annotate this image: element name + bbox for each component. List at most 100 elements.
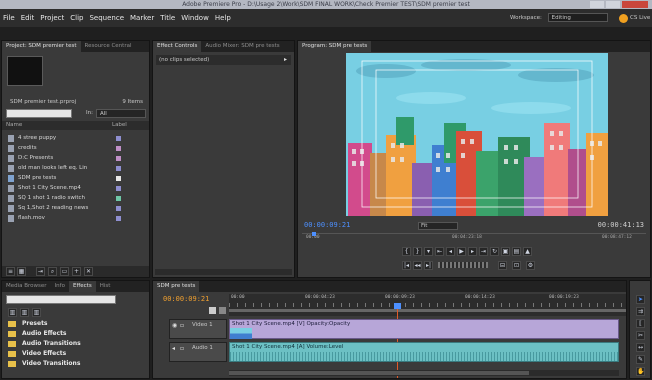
list-item[interactable]: credits (4, 143, 149, 153)
ripple-edit-tool-icon[interactable]: ⟦ (636, 319, 645, 328)
hand-tool-icon[interactable]: ✋ (636, 367, 645, 376)
list-item[interactable]: Sq 1,Shot 2 reading news (4, 203, 149, 213)
step-back-icon[interactable]: ◂ (446, 247, 455, 256)
slip-tool-icon[interactable]: ↔ (636, 343, 645, 352)
tab-audio-mixer[interactable]: Audio Mixer: SDM pre tests (201, 41, 283, 52)
export-frame-icon[interactable]: ⊡ (512, 261, 521, 270)
play-icon[interactable]: ▶ (457, 247, 466, 256)
maximize-icon[interactable] (606, 1, 620, 8)
effect-controls-scrollbar[interactable] (155, 269, 292, 275)
set-marker-icon[interactable]: ▾ (424, 247, 433, 256)
timeline-scrollbar[interactable] (229, 370, 619, 376)
go-previous-edit-icon[interactable]: |◂ (402, 261, 411, 270)
go-to-in-icon[interactable]: ⇤ (435, 247, 444, 256)
in-dropdown[interactable]: All (96, 109, 146, 118)
accelerated-effects-icon[interactable]: ▥ (8, 308, 17, 317)
tab-effects[interactable]: Effects (68, 281, 96, 292)
selection-tool-icon[interactable]: ➤ (636, 295, 645, 304)
go-next-edit-icon[interactable]: ▸| (424, 261, 433, 270)
lift-icon[interactable]: ▲ (523, 247, 532, 256)
lock-icon[interactable]: ▫ (180, 345, 184, 352)
automate-icon[interactable]: ⇥ (36, 267, 45, 276)
timeline-ruler[interactable]: 00:00 00:00:04:23 00:00:09:23 00:00:14:2… (229, 294, 626, 316)
mark-out-icon[interactable]: } (413, 247, 422, 256)
32bit-effects-icon[interactable]: ▥ (20, 308, 29, 317)
playhead-handle[interactable] (394, 303, 401, 309)
tab-sequence[interactable]: SDM pre tests (153, 281, 200, 292)
menu-marker[interactable]: Marker (127, 9, 157, 27)
delete-icon[interactable]: ✕ (84, 267, 93, 276)
list-item[interactable]: Shot 1 City Scene.mp4 (4, 183, 149, 193)
icon-view-icon[interactable]: ▦ (17, 267, 26, 276)
menu-window[interactable]: Window (178, 9, 212, 27)
mark-in-icon[interactable]: { (402, 247, 411, 256)
menu-edit[interactable]: Edit (18, 9, 38, 27)
tab-effect-controls[interactable]: Effect Controls (153, 41, 202, 52)
list-view-icon[interactable]: ≡ (6, 267, 15, 276)
effects-folder-audio-effects[interactable]: Audio Effects (2, 329, 149, 339)
tab-history[interactable]: Hist (96, 281, 115, 292)
trim-icon[interactable]: ⊟ (498, 261, 507, 270)
tab-program[interactable]: Program: SDM pre tests (298, 41, 372, 52)
pen-tool-icon[interactable]: ✎ (636, 355, 645, 364)
marker-icon[interactable] (219, 307, 226, 314)
find-icon[interactable]: ⌕ (48, 267, 57, 276)
yuv-effects-icon[interactable]: ▥ (32, 308, 41, 317)
playhead-marker[interactable] (312, 232, 316, 236)
cs-live-icon[interactable] (619, 14, 628, 23)
tab-project[interactable]: Project: SDM premier test (2, 41, 81, 52)
effects-folder-video-effects[interactable]: Video Effects (2, 349, 149, 359)
column-label[interactable]: Label (112, 121, 127, 130)
video-clip[interactable]: Shot 1 City Scene.mp4 [V] Opacity:Opacit… (229, 319, 619, 339)
list-item[interactable]: 4 stree puppy (4, 133, 149, 143)
list-item[interactable]: D:C Presents (4, 153, 149, 163)
menu-file[interactable]: File (0, 9, 18, 27)
work-area-bar[interactable] (229, 309, 626, 312)
tab-media-browser[interactable]: Media Browser (2, 281, 51, 292)
list-item[interactable]: SDM pre tests (4, 173, 149, 183)
eye-icon[interactable]: ◉ (172, 322, 177, 329)
menu-sequence[interactable]: Sequence (86, 9, 127, 27)
effects-folder-video-transitions[interactable]: Video Transitions (2, 359, 149, 369)
lock-icon[interactable]: ▫ (180, 322, 184, 329)
new-bin-icon[interactable]: ▭ (60, 267, 69, 276)
effects-folder-presets[interactable]: Presets (2, 319, 149, 329)
go-to-out-icon[interactable]: ⇥ (479, 247, 488, 256)
list-item[interactable]: SQ 1 shot 1 radio switch (4, 193, 149, 203)
jog-slider[interactable] (438, 262, 488, 268)
speaker-icon[interactable]: ◂ (172, 345, 175, 352)
timeline-scroll-thumb[interactable] (229, 371, 529, 375)
snap-icon[interactable] (209, 307, 216, 314)
list-item[interactable]: old man looks left eq. Lin (4, 163, 149, 173)
menu-help[interactable]: Help (212, 9, 234, 27)
list-item[interactable]: flash.mov (4, 213, 149, 223)
fit-dropdown[interactable]: Fit (418, 222, 458, 230)
workspace-switcher[interactable]: Workspace: Editing (510, 13, 608, 24)
effects-folder-audio-transitions[interactable]: Audio Transitions (2, 339, 149, 349)
tab-info[interactable]: Info (51, 281, 69, 292)
minimize-icon[interactable] (590, 1, 604, 8)
panel-menu-icon[interactable]: ▸ (284, 56, 287, 63)
program-ruler[interactable]: 00:00 00:04:23:18 00:08:47:12 (302, 232, 646, 242)
column-name[interactable]: Name (6, 121, 22, 130)
playhead-line[interactable] (397, 303, 398, 378)
razor-tool-icon[interactable]: ✂ (636, 331, 645, 340)
step-forward-icon[interactable]: ▸ (468, 247, 477, 256)
project-search-input[interactable] (6, 109, 72, 118)
audio-clip[interactable]: Shot 1 City Scene.mp4 [A] Volume:Level (229, 342, 619, 362)
safe-margins-icon[interactable]: ▣ (501, 247, 510, 256)
timeline-timecode[interactable]: 00:00:09:21 (163, 295, 209, 303)
settings-icon[interactable]: ⚙ (526, 261, 535, 270)
cs-live-label[interactable]: CS Live (630, 14, 650, 23)
close-icon[interactable] (622, 1, 648, 8)
program-timecode-current[interactable]: 00:00:09:21 (304, 221, 350, 229)
menu-title[interactable]: Title (157, 9, 178, 27)
tab-resource-central[interactable]: Resource Central (81, 41, 136, 52)
shuttle-back-icon[interactable]: ◂◂ (413, 261, 422, 270)
menu-clip[interactable]: Clip (67, 9, 86, 27)
effects-search-input[interactable] (6, 295, 116, 304)
track-select-tool-icon[interactable]: ⇉ (636, 307, 645, 316)
menu-project[interactable]: Project (37, 9, 67, 27)
loop-icon[interactable]: ↻ (490, 247, 499, 256)
workspace-dropdown[interactable]: Editing (547, 13, 608, 22)
